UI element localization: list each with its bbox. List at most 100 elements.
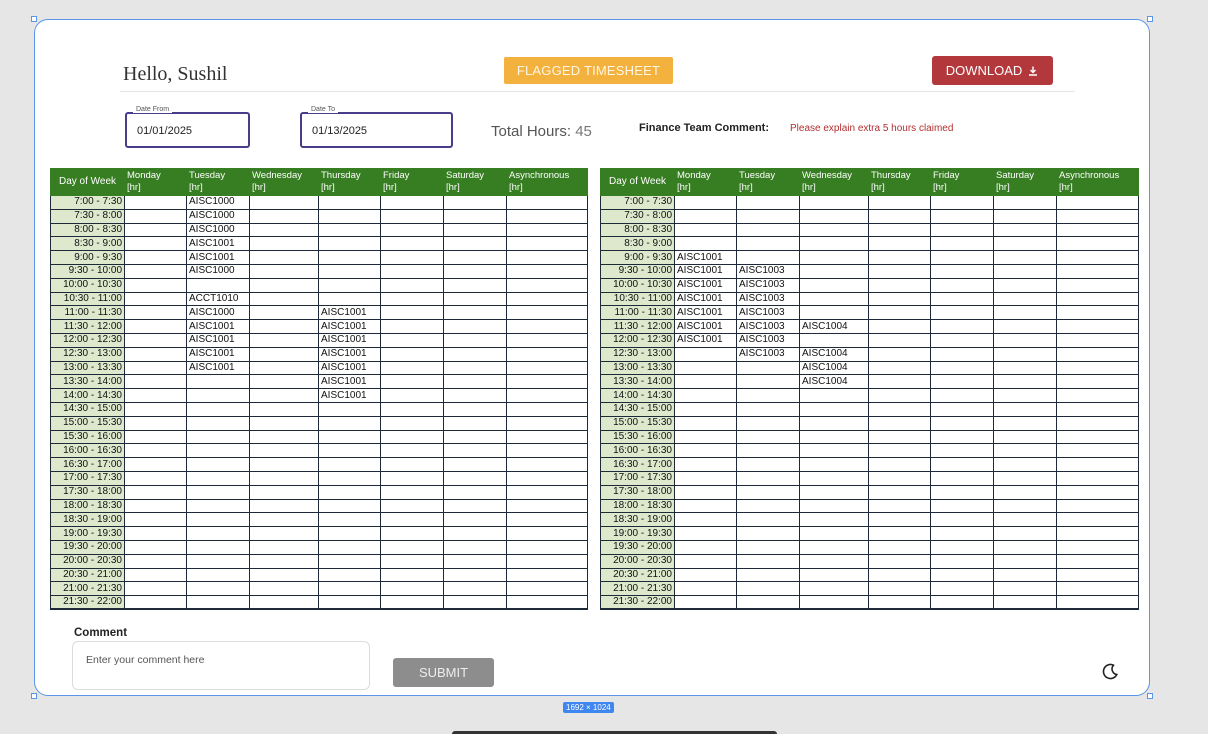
timesheet-cell[interactable] [443,222,507,238]
timesheet-cell[interactable] [674,498,737,514]
timesheet-cell[interactable] [868,401,931,417]
submit-button[interactable]: SUBMIT [393,658,494,687]
timesheet-cell[interactable] [799,291,869,307]
timesheet-cell[interactable] [1056,567,1139,583]
timesheet-cell[interactable] [799,595,869,611]
timesheet-cell[interactable] [799,581,869,597]
timesheet-cell[interactable] [443,484,507,500]
timesheet-cell[interactable] [186,526,250,541]
timesheet-cell[interactable] [1056,526,1139,541]
timesheet-cell[interactable] [736,236,800,252]
timesheet-cell[interactable] [674,484,737,500]
timesheet-cell[interactable] [799,567,869,583]
timesheet-cell[interactable] [799,250,869,265]
timesheet-cell[interactable] [186,457,250,472]
timesheet-cell[interactable] [868,222,931,238]
timesheet-cell[interactable] [799,401,869,417]
timesheet-cell[interactable] [506,319,588,334]
timesheet-cell[interactable] [868,374,931,390]
timesheet-cell[interactable] [443,208,507,224]
timesheet-cell[interactable] [124,539,187,555]
timesheet-cell[interactable] [443,457,507,472]
timesheet-cell[interactable] [993,457,1057,472]
timesheet-cell[interactable] [993,498,1057,514]
timesheet-cell[interactable]: AISC1001 [318,374,381,390]
timesheet-cell[interactable] [249,539,319,555]
timesheet-cell[interactable] [993,470,1057,486]
timesheet-cell[interactable] [124,332,187,348]
timesheet-cell[interactable] [506,512,588,528]
timesheet-cell[interactable] [868,457,931,472]
resize-handle-bottom-right[interactable] [1147,693,1153,699]
timesheet-cell[interactable] [993,208,1057,224]
timesheet-cell[interactable] [799,539,869,555]
timesheet-cell[interactable] [799,512,869,528]
timesheet-cell[interactable] [380,415,444,431]
timesheet-cell[interactable]: AISC1001 [674,263,737,279]
timesheet-cell[interactable] [736,222,800,238]
timesheet-cell[interactable] [443,539,507,555]
timesheet-cell[interactable] [443,263,507,279]
timesheet-cell[interactable] [1056,401,1139,417]
timesheet-cell[interactable] [443,401,507,417]
timesheet-cell[interactable] [318,222,381,238]
timesheet-cell[interactable] [1056,374,1139,390]
timesheet-cell[interactable] [930,539,994,555]
timesheet-cell[interactable] [674,539,737,555]
timesheet-cell[interactable] [799,415,869,431]
timesheet-cell[interactable] [506,470,588,486]
timesheet-cell[interactable]: AISC1003 [736,277,800,293]
timesheet-cell[interactable] [736,595,800,611]
timesheet-cell[interactable] [249,526,319,541]
timesheet-cell[interactable] [1056,498,1139,514]
timesheet-cell[interactable] [506,526,588,541]
timesheet-cell[interactable] [380,374,444,390]
timesheet-cell[interactable] [443,374,507,390]
timesheet-cell[interactable] [506,539,588,555]
timesheet-cell[interactable] [1056,319,1139,334]
timesheet-cell[interactable] [124,401,187,417]
timesheet-cell[interactable] [674,346,737,362]
timesheet-cell[interactable] [443,305,507,321]
timesheet-cell[interactable] [799,222,869,238]
timesheet-cell[interactable] [993,553,1057,569]
timesheet-cell[interactable] [380,360,444,376]
timesheet-cell[interactable] [380,346,444,362]
timesheet-cell[interactable] [443,360,507,376]
timesheet-cell[interactable] [506,291,588,307]
timesheet-cell[interactable] [186,470,250,486]
timesheet-cell[interactable] [443,277,507,293]
timesheet-cell[interactable] [1056,581,1139,597]
timesheet-cell[interactable] [380,277,444,293]
timesheet-cell[interactable] [443,595,507,611]
timesheet-cell[interactable] [506,250,588,265]
timesheet-cell[interactable] [868,539,931,555]
timesheet-cell[interactable] [1056,415,1139,431]
timesheet-cell[interactable] [124,374,187,390]
timesheet-cell[interactable] [868,526,931,541]
timesheet-cell[interactable] [506,388,588,403]
timesheet-cell[interactable] [993,484,1057,500]
timesheet-cell[interactable] [318,195,381,210]
timesheet-cell[interactable] [674,360,737,376]
timesheet-cell[interactable] [674,236,737,252]
timesheet-cell[interactable] [249,512,319,528]
timesheet-cell[interactable] [930,222,994,238]
timesheet-cell[interactable] [674,581,737,597]
timesheet-cell[interactable] [249,595,319,611]
timesheet-cell[interactable] [506,208,588,224]
timesheet-cell[interactable] [868,305,931,321]
timesheet-cell[interactable] [249,346,319,362]
timesheet-cell[interactable] [443,319,507,334]
timesheet-cell[interactable] [443,415,507,431]
timesheet-cell[interactable]: AISC1000 [186,263,250,279]
timesheet-cell[interactable] [799,484,869,500]
timesheet-cell[interactable] [249,567,319,583]
timesheet-cell[interactable] [318,457,381,472]
timesheet-cell[interactable] [930,457,994,472]
timesheet-cell[interactable] [1056,595,1139,611]
timesheet-cell[interactable] [318,595,381,611]
timesheet-cell[interactable] [249,305,319,321]
timesheet-cell[interactable] [443,526,507,541]
timesheet-cell[interactable] [868,388,931,403]
